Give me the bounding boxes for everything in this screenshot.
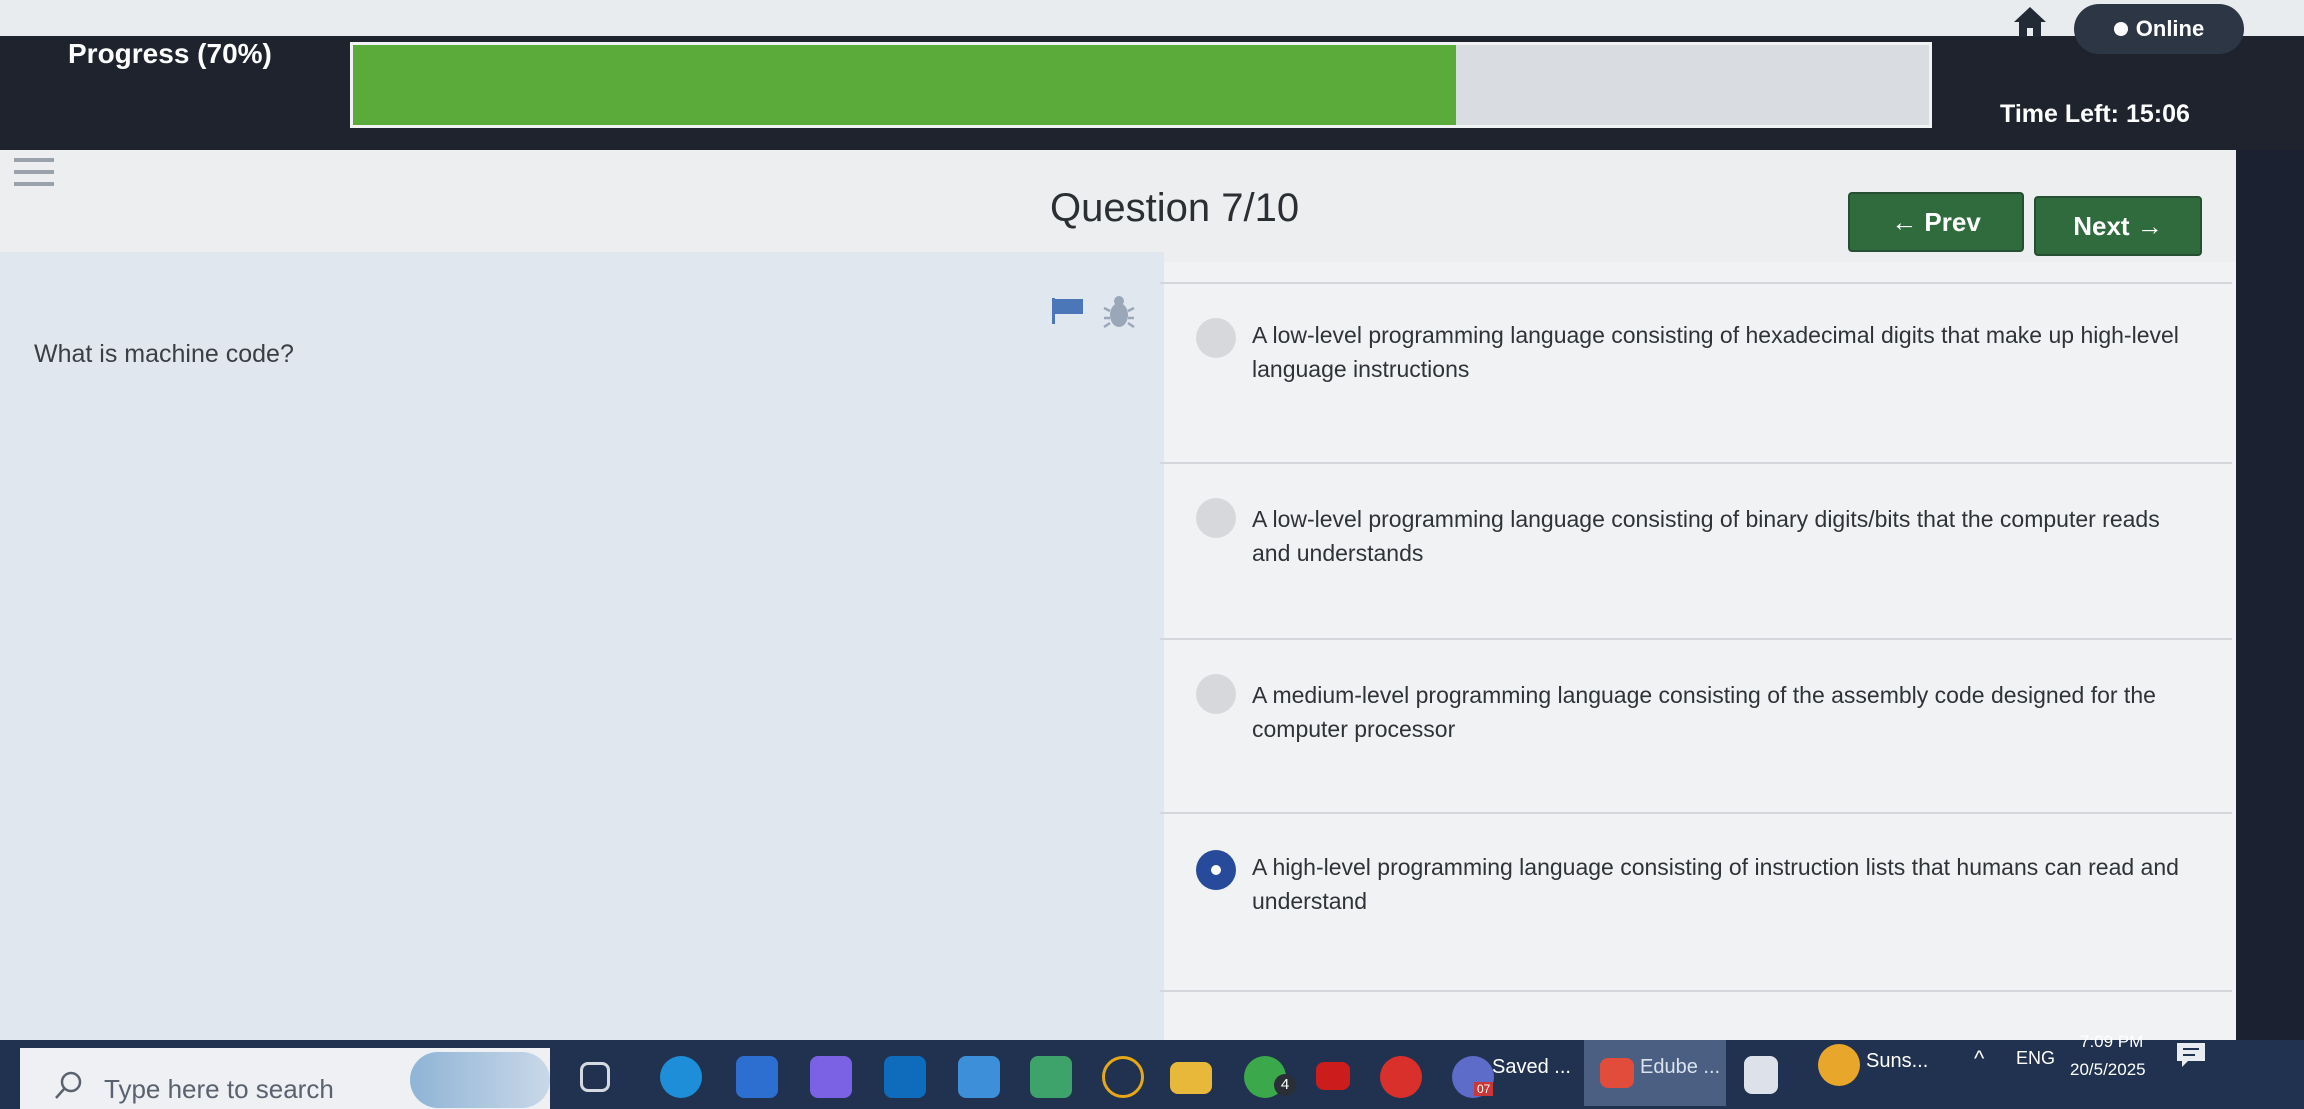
status-badge: Online bbox=[2074, 4, 2244, 54]
progress-bar bbox=[350, 42, 1932, 128]
task-view-icon[interactable] bbox=[580, 1062, 610, 1092]
question-text: What is machine code? bbox=[34, 340, 294, 368]
answer-option[interactable]: A high-level programming language consis… bbox=[1160, 812, 2232, 992]
language-indicator[interactable]: ENG bbox=[2016, 1048, 2055, 1069]
clock-date[interactable]: 20/5/2025 bbox=[2070, 1060, 2146, 1080]
prev-button[interactable]: ← Prev bbox=[1848, 192, 2024, 252]
answer-radio-selected[interactable] bbox=[1196, 850, 1236, 890]
quiz-screen: Progress (70%) Online Time Left: 15:06 Q… bbox=[0, 0, 2304, 1109]
printer-icon[interactable] bbox=[1744, 1056, 1778, 1094]
chevron-up-icon[interactable]: ^ bbox=[1974, 1046, 1984, 1072]
saved-badge: 07 bbox=[1474, 1082, 1494, 1096]
answer-option[interactable]: A low-level programming language consist… bbox=[1160, 282, 2232, 462]
window-frame bbox=[2236, 150, 2304, 1109]
edube-label: Edube ... bbox=[1640, 1056, 1721, 1078]
answer-text: A medium-level programming language cons… bbox=[1252, 682, 2156, 742]
answer-radio[interactable] bbox=[1196, 674, 1236, 714]
question-title: Question 7/10 bbox=[1050, 186, 1300, 230]
status-label: Online bbox=[2135, 16, 2205, 41]
answer-option[interactable]: A medium-level programming language cons… bbox=[1160, 638, 2232, 812]
teams-icon[interactable] bbox=[958, 1056, 1000, 1098]
search-icon bbox=[55, 1071, 82, 1099]
outlook-icon[interactable] bbox=[884, 1056, 926, 1098]
weather-icon[interactable] bbox=[1818, 1044, 1860, 1086]
online-dot-icon bbox=[2113, 22, 2128, 36]
edge-icon[interactable] bbox=[660, 1056, 702, 1098]
copilot-icon[interactable] bbox=[810, 1056, 852, 1098]
media-icon[interactable] bbox=[1102, 1056, 1144, 1098]
answer-text: A low-level programming language consist… bbox=[1252, 322, 2179, 382]
next-button[interactable]: Next → bbox=[2034, 196, 2202, 256]
edube-app-icon bbox=[1600, 1058, 1634, 1088]
wps-icon[interactable] bbox=[1380, 1056, 1422, 1098]
answer-option[interactable]: A low-level programming language consist… bbox=[1160, 462, 2232, 638]
answer-text: A high-level programming language consis… bbox=[1252, 854, 2179, 914]
home-icon[interactable] bbox=[2010, 2, 2050, 42]
store-icon[interactable] bbox=[736, 1056, 778, 1098]
notifications-icon[interactable] bbox=[2174, 1040, 2208, 1070]
gif-icon[interactable] bbox=[1030, 1056, 1072, 1098]
time-left: Time Left: 15:06 bbox=[2000, 100, 2190, 128]
file-explorer-icon[interactable] bbox=[1170, 1062, 1212, 1094]
weather-label: Suns... bbox=[1866, 1050, 1929, 1072]
question-pane bbox=[0, 252, 1164, 1052]
answer-text: A low-level programming language consist… bbox=[1252, 506, 2160, 566]
clock-time[interactable]: 7:09 PM bbox=[2080, 1032, 2143, 1052]
answer-radio[interactable] bbox=[1196, 498, 1236, 538]
saved-label[interactable]: Saved ... bbox=[1492, 1056, 1571, 1079]
flag-icon[interactable] bbox=[1050, 296, 1086, 326]
browser-strip bbox=[0, 0, 2304, 36]
whatsapp-badge: 4 bbox=[1274, 1074, 1296, 1096]
search-placeholder: Type here to search bbox=[104, 1074, 334, 1104]
bug-report-icon[interactable] bbox=[1102, 294, 1136, 330]
progress-header: Progress (70%) Online Time Left: 15:06 bbox=[0, 0, 2304, 150]
youtube-icon[interactable] bbox=[1316, 1062, 1350, 1090]
progress-label: Progress (70%) bbox=[68, 38, 272, 69]
progress-bar-fill bbox=[353, 45, 1457, 125]
search-highlight-icon bbox=[410, 1052, 550, 1108]
answer-radio[interactable] bbox=[1196, 318, 1236, 358]
menu-icon[interactable] bbox=[14, 158, 54, 190]
